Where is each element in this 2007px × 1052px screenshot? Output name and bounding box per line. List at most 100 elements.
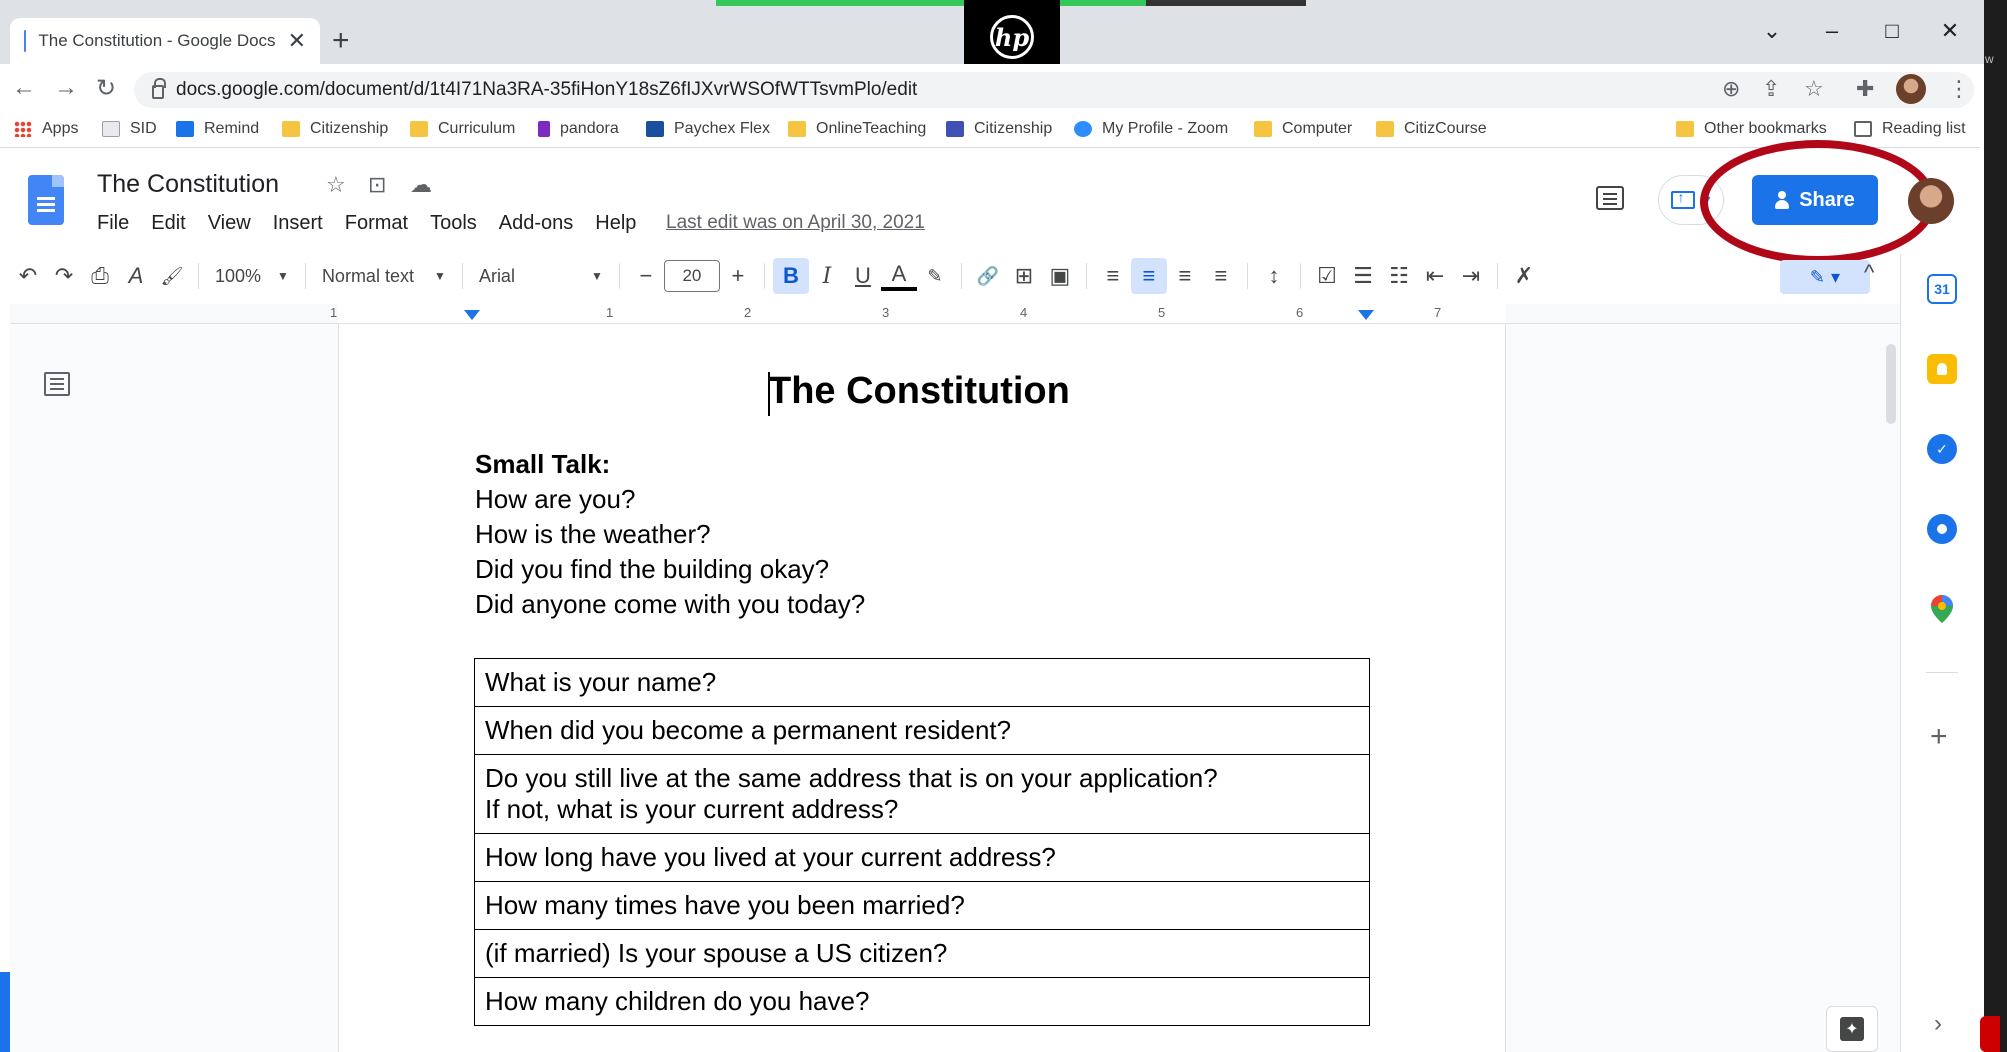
bookmark-paychex[interactable]: Paychex Flex bbox=[646, 120, 770, 138]
calendar-icon[interactable]: 31 bbox=[1927, 274, 1957, 304]
font-size-input[interactable]: 20 bbox=[663, 260, 720, 292]
table-cell[interactable]: When did you become a permanent resident… bbox=[474, 706, 1370, 755]
vertical-scrollbar[interactable] bbox=[1886, 344, 1896, 424]
tasks-icon[interactable]: ✓ bbox=[1927, 434, 1957, 464]
menu-file[interactable]: File bbox=[97, 212, 129, 235]
last-edit-link[interactable]: Last edit was on April 30, 2021 bbox=[666, 212, 925, 234]
zoom-icon[interactable]: ⊕ bbox=[1722, 76, 1740, 102]
insert-image-icon[interactable]: ▣ bbox=[1042, 258, 1078, 294]
checklist-icon[interactable]: ☑ bbox=[1309, 258, 1345, 294]
numbered-list-icon[interactable]: ☷ bbox=[1381, 258, 1417, 294]
text-color-button[interactable]: A bbox=[880, 261, 917, 291]
bookmark-star-icon[interactable]: ☆ bbox=[1804, 76, 1824, 102]
zoom-select[interactable]: 100% ▼ bbox=[207, 258, 297, 294]
increase-font-size-button[interactable]: + bbox=[720, 258, 756, 294]
add-comment-icon[interactable]: ⊞ bbox=[1006, 258, 1042, 294]
justify-icon[interactable]: ≡ bbox=[1203, 258, 1239, 294]
back-button[interactable]: ← bbox=[12, 74, 36, 102]
new-tab-button[interactable]: + bbox=[332, 26, 350, 56]
explore-button[interactable]: ✦ bbox=[1826, 1006, 1878, 1052]
bold-button[interactable]: B bbox=[772, 258, 809, 294]
menu-insert[interactable]: Insert bbox=[273, 212, 323, 235]
bookmark-pandora[interactable]: pandora bbox=[538, 120, 619, 138]
bookmark-citizenship-forms[interactable]: Citizenship bbox=[946, 120, 1052, 138]
address-bar[interactable]: docs.google.com/document/d/1t4I71Na3RA-3… bbox=[134, 72, 1974, 108]
paint-format-icon[interactable]: 🖌 bbox=[154, 258, 190, 294]
lock-icon[interactable] bbox=[152, 78, 166, 99]
menu-tools[interactable]: Tools bbox=[430, 212, 477, 235]
highlight-color-icon[interactable]: ✎ bbox=[917, 258, 953, 294]
print-icon[interactable]: ⎙ bbox=[82, 258, 118, 294]
forward-button[interactable]: → bbox=[54, 74, 78, 102]
font-select[interactable]: Arial ▼ bbox=[471, 258, 611, 294]
table-cell[interactable]: Do you still live at the same address th… bbox=[474, 754, 1370, 834]
get-addons-icon[interactable]: + bbox=[1930, 720, 1948, 754]
insert-link-icon[interactable]: 🔗 bbox=[970, 258, 1006, 294]
tab-close-icon[interactable]: ✕ bbox=[288, 28, 306, 54]
editing-mode-button[interactable]: ✎ ▾ bbox=[1780, 260, 1870, 294]
account-avatar[interactable] bbox=[1908, 178, 1954, 224]
right-indent-marker[interactable] bbox=[1358, 310, 1374, 320]
align-left-icon[interactable]: ≡ bbox=[1095, 258, 1131, 294]
table-cell[interactable]: What is your name? bbox=[474, 658, 1370, 707]
document-outline-icon[interactable] bbox=[44, 372, 70, 396]
collapse-menu-icon[interactable]: ^ bbox=[1864, 260, 1874, 286]
bookmark-other[interactable]: Other bookmarks bbox=[1676, 120, 1827, 138]
left-indent-marker[interactable] bbox=[464, 310, 480, 320]
small-talk-section[interactable]: Small Talk: How are you? How is the weat… bbox=[475, 447, 865, 622]
increase-indent-icon[interactable]: ⇥ bbox=[1453, 258, 1489, 294]
star-icon[interactable]: ☆ bbox=[326, 172, 346, 198]
menu-help[interactable]: Help bbox=[595, 212, 636, 235]
bookmark-onlineteaching[interactable]: OnlineTeaching bbox=[788, 120, 926, 138]
move-folder-icon[interactable]: ⊡ bbox=[368, 172, 386, 198]
close-window-button[interactable]: ✕ bbox=[1930, 18, 1970, 44]
bookmark-citizenship[interactable]: Citizenship bbox=[282, 120, 388, 138]
profile-avatar[interactable] bbox=[1896, 74, 1926, 104]
bulleted-list-icon[interactable]: ☰ bbox=[1345, 258, 1381, 294]
extensions-icon[interactable]: ✚ bbox=[1856, 76, 1874, 102]
table-cell[interactable]: How many children do you have? bbox=[474, 977, 1370, 1026]
menu-view[interactable]: View bbox=[208, 212, 251, 235]
bookmark-apps[interactable]: Apps bbox=[14, 120, 78, 138]
cloud-status-icon[interactable]: ☁ bbox=[410, 172, 432, 198]
decrease-font-size-button[interactable]: − bbox=[628, 258, 664, 294]
maps-icon[interactable] bbox=[1927, 594, 1957, 624]
keep-icon[interactable] bbox=[1927, 354, 1957, 384]
table-cell[interactable]: How many times have you been married? bbox=[474, 881, 1370, 930]
menu-format[interactable]: Format bbox=[345, 212, 408, 235]
style-select[interactable]: Normal text ▼ bbox=[314, 258, 454, 294]
decrease-indent-icon[interactable]: ⇤ bbox=[1417, 258, 1453, 294]
url-text[interactable]: docs.google.com/document/d/1t4I71Na3RA-3… bbox=[176, 79, 917, 101]
clear-formatting-icon[interactable]: ✗ bbox=[1506, 258, 1542, 294]
show-side-panel-icon[interactable]: › bbox=[1934, 1010, 1942, 1038]
bookmark-curriculum[interactable]: Curriculum bbox=[410, 120, 515, 138]
browser-menu-icon[interactable]: ⋮ bbox=[1948, 76, 1970, 102]
docs-logo[interactable] bbox=[28, 175, 64, 225]
line-spacing-icon[interactable]: ↕ bbox=[1256, 258, 1292, 294]
contacts-icon[interactable] bbox=[1927, 514, 1957, 544]
document-title[interactable]: The Constitution bbox=[97, 170, 279, 199]
share-page-icon[interactable]: ⇪ bbox=[1762, 76, 1780, 102]
menu-edit[interactable]: Edit bbox=[151, 212, 185, 235]
questions-table[interactable]: What is your name? When did you become a… bbox=[474, 658, 1370, 1026]
italic-button[interactable]: I bbox=[809, 258, 845, 294]
table-cell[interactable]: (if married) Is your spouse a US citizen… bbox=[474, 929, 1370, 978]
tab-search-icon[interactable]: ⌄ bbox=[1752, 18, 1792, 44]
bookmark-sid[interactable]: SID bbox=[102, 120, 157, 138]
reload-button[interactable]: ↻ bbox=[96, 74, 116, 103]
table-cell[interactable]: How long have you lived at your current … bbox=[474, 833, 1370, 882]
spellcheck-icon[interactable]: A bbox=[118, 258, 154, 294]
browser-tab[interactable]: The Constitution - Google Docs ✕ bbox=[10, 18, 320, 64]
align-center-icon[interactable]: ≡ bbox=[1130, 258, 1167, 294]
align-right-icon[interactable]: ≡ bbox=[1167, 258, 1203, 294]
bookmark-reading-list[interactable]: Reading list bbox=[1854, 120, 1966, 138]
minimize-button[interactable]: – bbox=[1812, 18, 1852, 44]
maximize-button[interactable]: □ bbox=[1872, 18, 1912, 44]
bookmark-computer[interactable]: Computer bbox=[1254, 120, 1352, 138]
underline-button[interactable]: U bbox=[845, 258, 881, 294]
redo-icon[interactable]: ↷ bbox=[46, 258, 82, 294]
document-heading[interactable]: The Constitution bbox=[768, 370, 1070, 413]
bookmark-zoom[interactable]: My Profile - Zoom bbox=[1074, 120, 1228, 138]
comment-history-icon[interactable] bbox=[1596, 186, 1624, 210]
menu-addons[interactable]: Add-ons bbox=[499, 212, 574, 235]
